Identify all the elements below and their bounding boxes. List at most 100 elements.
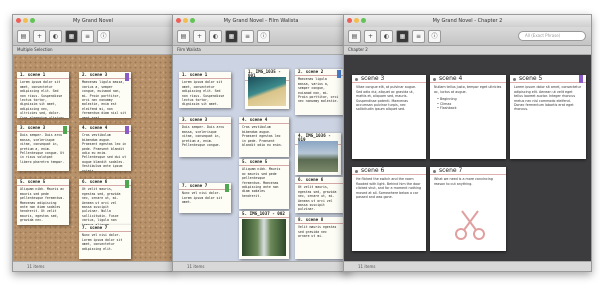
minimize-window-button[interactable] [183,18,188,23]
index-card[interactable]: 7. scene 7 Nunc vel nisi dolor. Lorem ip… [179,183,231,213]
search-field[interactable]: All (Exact Phrase) [518,31,586,41]
scissors-stamp-icon [455,210,485,240]
view-mode-icon[interactable]: ◐ [209,29,222,43]
card-title: scene 5 [519,75,543,82]
corkboard-icon[interactable]: ▦ [225,29,238,43]
label-color-marker [125,180,129,188]
path-label: Multiple Selection [17,47,53,52]
index-card[interactable]: 1. scene 1 Lorem ipsum dolor sit amet, c… [17,72,69,118]
zoom-window-button[interactable] [361,18,366,23]
toolbar: ▤ + ◐ ▦ ≡ ⓘ [173,27,349,46]
index-card[interactable]: 5. scene 5 Aliquam nibh. Mauris ac mauri… [17,179,69,225]
minimize-window-button[interactable] [23,18,28,23]
toolbar: ▤ + ◐ ▦ ≡ ⓘ [13,27,173,46]
new-document-icon[interactable]: + [193,29,206,43]
outline-icon[interactable]: ≡ [412,29,425,43]
corkboard-area[interactable]: 1. scene 1 Lorem ipsum dolor sit amet, c… [13,55,173,262]
list-item: • Flashback [437,106,457,111]
header-path: Chapter 2 [344,46,591,55]
new-document-icon[interactable]: + [364,29,377,43]
index-card[interactable]: 6. scene 6 Ut velit mauris, egestas sed,… [295,177,343,213]
card-title: scene 3 [361,75,385,82]
zoom-window-button[interactable] [30,18,35,23]
footer-bar: 11 items [13,261,173,271]
footer-bar: 11 items [173,261,349,271]
item-count: 11 items [187,264,205,269]
image-card[interactable]: 5. IMG_1037 - 002 [239,211,289,259]
status-dot [433,170,436,173]
index-card[interactable]: 5. scene 5 Aliquam nibh. Mauris ac mauri… [239,159,289,209]
card-synopsis: Lorem ipsum dolor sit amet, consectetur … [514,85,582,112]
close-window-button[interactable] [176,18,181,23]
window-controls [16,18,35,23]
freeform-corkboard-area[interactable]: 1. scene 1 Lorem ipsum dolor sit amet, c… [173,55,349,262]
status-dot [355,170,358,173]
ocean-photo-thumbnail [248,77,286,106]
index-card[interactable]: 4. scene 4 Cras vestibulum bibendum augu… [239,117,289,157]
title-bar[interactable]: My Grand Novel - Film Walista [173,15,349,27]
index-card[interactable]: 3. scene 3 Duis semper. Duis arcu massa,… [17,125,69,171]
window-chapter: My Grand Novel - Chapter 2 ▤ + ◐ ▦ ≡ ⓘ A… [343,14,592,272]
label-color-marker [337,70,341,78]
index-card[interactable]: 4. scene 4 Cras vestibulum bibendum augu… [79,125,131,171]
card-title: scene 7 [439,167,463,174]
card-synopsis: He flicked the switch and the room flood… [356,177,422,200]
window-freeform: My Grand Novel - Film Walista ▤ + ◐ ▦ ≡ … [172,14,350,272]
window-controls [176,18,195,23]
window-title: My Grand Novel [72,18,113,24]
title-bar[interactable]: My Grand Novel - Chapter 2 [344,15,591,27]
card-title: scene 6 [361,167,385,174]
binder-toggle-icon[interactable]: ▤ [177,29,190,43]
label-color-marker [125,73,129,81]
view-mode-icon[interactable]: ◐ [380,29,393,43]
index-card[interactable]: 8. scene 8 Velit mauris egestas sed grav… [295,217,343,259]
label-color-marker [225,184,229,192]
index-card[interactable]: 3. scene 3 Duis semper. Duis arcu massa,… [179,117,231,157]
index-card[interactable]: scene 3 Vitae congue elit, at pulvinar a… [352,75,426,159]
index-card[interactable]: 2. scene 2 Maecenas ligula massa, varius… [295,69,343,115]
card-title: scene 4 [439,75,463,82]
status-dot [355,78,358,81]
inspector-icon[interactable]: ⓘ [428,29,441,43]
inspector-icon[interactable]: ⓘ [97,29,110,43]
outline-icon[interactable]: ≡ [241,29,254,43]
index-card[interactable]: scene 7 What we need is a more convincin… [430,167,506,251]
status-dot [433,78,436,81]
index-card[interactable]: scene 5 Lorem ipsum dolor sit amet, cons… [510,75,586,159]
binder-toggle-icon[interactable]: ▤ [348,29,361,43]
new-document-icon[interactable]: + [33,29,46,43]
card-synopsis: Nullam tellus justo, tempor eget ultrici… [434,85,502,94]
status-dot [513,78,516,81]
corkboard-area[interactable]: scene 3 Vitae congue elit, at pulvinar a… [344,55,591,262]
label-color-marker [63,126,67,134]
window-title: My Grand Novel - Film Walista [223,18,299,24]
index-card[interactable]: scene 6 He flicked the switch and the ro… [352,167,426,251]
window-controls [347,18,366,23]
card-synopsis: What we need is a more convincing reason… [434,177,493,186]
image-card[interactable]: 1. IMG_1035 - 001 [245,69,289,109]
card-synopsis: Vitae congue elit, at pulvinar augue. Se… [356,85,417,112]
index-card[interactable]: 2. scene 3 Maecenas ligula massa, varius… [79,72,131,118]
waterfall-photo-thumbnail [242,219,286,256]
index-card[interactable]: scene 4 Nullam tellus justo, tempor eget… [430,75,506,159]
binder-toggle-icon[interactable]: ▤ [17,29,30,43]
corkboard-icon[interactable]: ▦ [65,29,78,43]
index-card[interactable]: 7. scene 7 Nunc vel nisi dolor. Lorem ip… [79,225,131,259]
outline-icon[interactable]: ≡ [81,29,94,43]
path-label: Film Walista [177,47,201,52]
label-color-marker [579,75,583,83]
label-color-marker [125,126,129,134]
corkboard-icon[interactable]: ▦ [396,29,409,43]
inspector-icon[interactable]: ⓘ [257,29,270,43]
view-mode-icon[interactable]: ◐ [49,29,62,43]
zoom-window-button[interactable] [190,18,195,23]
title-bar[interactable]: My Grand Novel [13,15,173,27]
close-window-button[interactable] [347,18,352,23]
toolbar: ▤ + ◐ ▦ ≡ ⓘ All (Exact Phrase) [344,27,591,46]
index-card[interactable]: 1. scene 1 Lorem ipsum dolor sit amet, c… [179,72,231,108]
item-count: 11 items [27,264,45,269]
minimize-window-button[interactable] [354,18,359,23]
close-window-button[interactable] [16,18,21,23]
image-card[interactable]: 4. IMG_1036 - 019 [295,133,341,175]
index-card[interactable]: 6. scene 6 Ut velit mauris, egestas sed,… [79,179,131,225]
